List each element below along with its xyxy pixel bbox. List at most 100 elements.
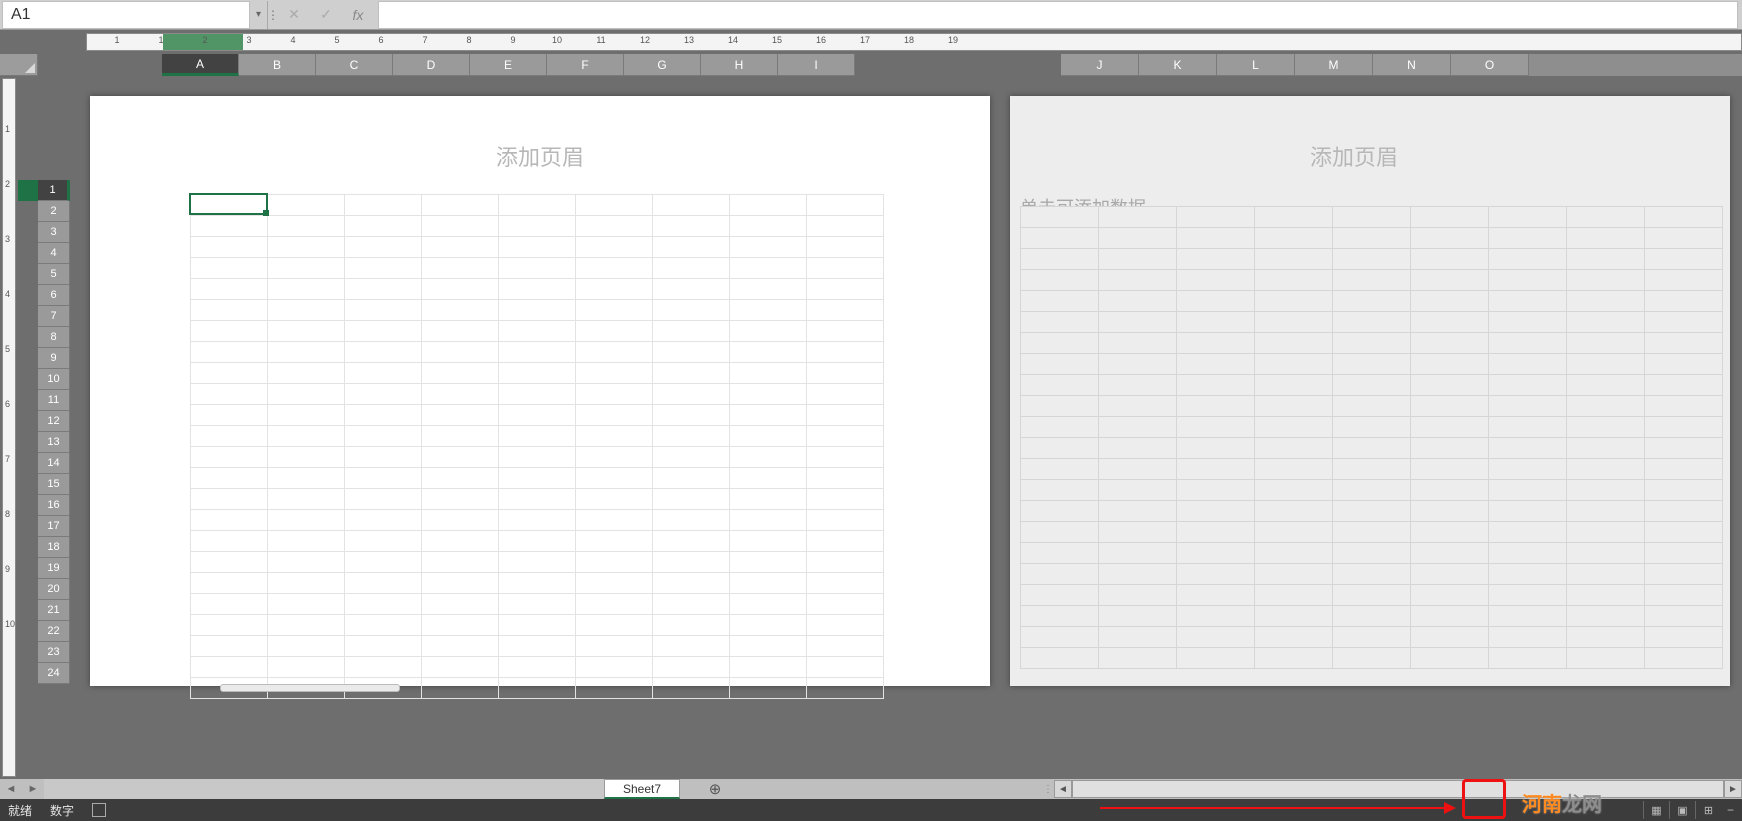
cell[interactable] bbox=[1021, 249, 1099, 270]
cell[interactable] bbox=[653, 300, 730, 321]
cell[interactable] bbox=[1645, 228, 1723, 249]
cell[interactable] bbox=[1021, 270, 1099, 291]
cell[interactable] bbox=[1177, 648, 1255, 669]
cell[interactable] bbox=[1099, 501, 1177, 522]
cell[interactable] bbox=[345, 468, 422, 489]
cell[interactable] bbox=[422, 363, 499, 384]
cell[interactable] bbox=[191, 279, 268, 300]
cell[interactable] bbox=[1333, 270, 1411, 291]
cell[interactable] bbox=[576, 321, 653, 342]
cell[interactable] bbox=[268, 594, 345, 615]
cell[interactable] bbox=[1333, 564, 1411, 585]
cell[interactable] bbox=[1021, 417, 1099, 438]
cell[interactable] bbox=[191, 552, 268, 573]
cell[interactable] bbox=[1255, 564, 1333, 585]
cell[interactable] bbox=[1645, 207, 1723, 228]
cell[interactable] bbox=[499, 216, 576, 237]
cell[interactable] bbox=[1411, 564, 1489, 585]
cell[interactable] bbox=[1489, 501, 1567, 522]
row-header-22[interactable]: 22 bbox=[38, 621, 70, 642]
cell[interactable] bbox=[653, 405, 730, 426]
cell[interactable] bbox=[268, 636, 345, 657]
cell[interactable] bbox=[1567, 354, 1645, 375]
cell[interactable] bbox=[807, 636, 884, 657]
row-header-11[interactable]: 11 bbox=[38, 390, 70, 411]
cell[interactable] bbox=[1021, 606, 1099, 627]
cell[interactable] bbox=[191, 468, 268, 489]
cell[interactable] bbox=[268, 510, 345, 531]
name-box[interactable]: A1 bbox=[2, 1, 250, 29]
cell[interactable] bbox=[499, 279, 576, 300]
cell[interactable] bbox=[1489, 606, 1567, 627]
cell[interactable] bbox=[653, 195, 730, 216]
cell[interactable] bbox=[807, 552, 884, 573]
cell[interactable] bbox=[345, 657, 422, 678]
cell[interactable] bbox=[1333, 627, 1411, 648]
cell[interactable] bbox=[1333, 501, 1411, 522]
cell[interactable] bbox=[268, 321, 345, 342]
cell[interactable] bbox=[1489, 270, 1567, 291]
cell[interactable] bbox=[345, 552, 422, 573]
cell[interactable] bbox=[191, 384, 268, 405]
cell[interactable] bbox=[345, 300, 422, 321]
cell[interactable] bbox=[653, 531, 730, 552]
column-header-M[interactable]: M bbox=[1295, 54, 1373, 76]
cell[interactable] bbox=[1645, 501, 1723, 522]
cell[interactable] bbox=[1411, 396, 1489, 417]
cell[interactable] bbox=[422, 195, 499, 216]
confirm-formula-button[interactable]: ✓ bbox=[310, 1, 342, 29]
cell[interactable] bbox=[268, 342, 345, 363]
cell[interactable] bbox=[1177, 564, 1255, 585]
cell[interactable] bbox=[1255, 606, 1333, 627]
cell[interactable] bbox=[499, 678, 576, 699]
cell[interactable] bbox=[191, 363, 268, 384]
zoom-out-button[interactable]: − bbox=[1727, 803, 1734, 817]
cell[interactable] bbox=[1333, 375, 1411, 396]
cell[interactable] bbox=[499, 615, 576, 636]
cell[interactable] bbox=[576, 510, 653, 531]
cell[interactable] bbox=[730, 510, 807, 531]
cell[interactable] bbox=[1333, 417, 1411, 438]
cell[interactable] bbox=[1411, 459, 1489, 480]
cell[interactable] bbox=[1021, 459, 1099, 480]
cell[interactable] bbox=[1099, 585, 1177, 606]
cell[interactable] bbox=[807, 300, 884, 321]
cell[interactable] bbox=[1489, 207, 1567, 228]
cell[interactable] bbox=[1645, 459, 1723, 480]
cell[interactable] bbox=[730, 489, 807, 510]
cell[interactable] bbox=[653, 363, 730, 384]
cell[interactable] bbox=[1177, 228, 1255, 249]
cell[interactable] bbox=[730, 594, 807, 615]
cell[interactable] bbox=[730, 237, 807, 258]
cell[interactable] bbox=[191, 510, 268, 531]
cell[interactable] bbox=[730, 657, 807, 678]
cell[interactable] bbox=[1645, 438, 1723, 459]
column-header-N[interactable]: N bbox=[1373, 54, 1451, 76]
cell[interactable] bbox=[499, 510, 576, 531]
cell[interactable] bbox=[807, 321, 884, 342]
row-header-14[interactable]: 14 bbox=[38, 453, 70, 474]
cell[interactable] bbox=[499, 363, 576, 384]
cell[interactable] bbox=[1411, 543, 1489, 564]
cell[interactable] bbox=[191, 237, 268, 258]
cell[interactable] bbox=[422, 258, 499, 279]
row-header-13[interactable]: 13 bbox=[38, 432, 70, 453]
cell[interactable] bbox=[807, 342, 884, 363]
cell[interactable] bbox=[1645, 606, 1723, 627]
cell[interactable] bbox=[1177, 249, 1255, 270]
cell[interactable] bbox=[653, 426, 730, 447]
cell[interactable] bbox=[1021, 480, 1099, 501]
cell[interactable] bbox=[268, 657, 345, 678]
cell[interactable] bbox=[576, 594, 653, 615]
cell[interactable] bbox=[1645, 354, 1723, 375]
cell[interactable] bbox=[576, 342, 653, 363]
cell[interactable] bbox=[1411, 249, 1489, 270]
cell[interactable] bbox=[807, 237, 884, 258]
cell[interactable] bbox=[422, 657, 499, 678]
cell[interactable] bbox=[268, 237, 345, 258]
cell[interactable] bbox=[1099, 480, 1177, 501]
cell[interactable] bbox=[268, 552, 345, 573]
cell[interactable] bbox=[1567, 438, 1645, 459]
cell[interactable] bbox=[191, 195, 268, 216]
page-header-placeholder[interactable]: 添加页眉 bbox=[1310, 140, 1730, 172]
